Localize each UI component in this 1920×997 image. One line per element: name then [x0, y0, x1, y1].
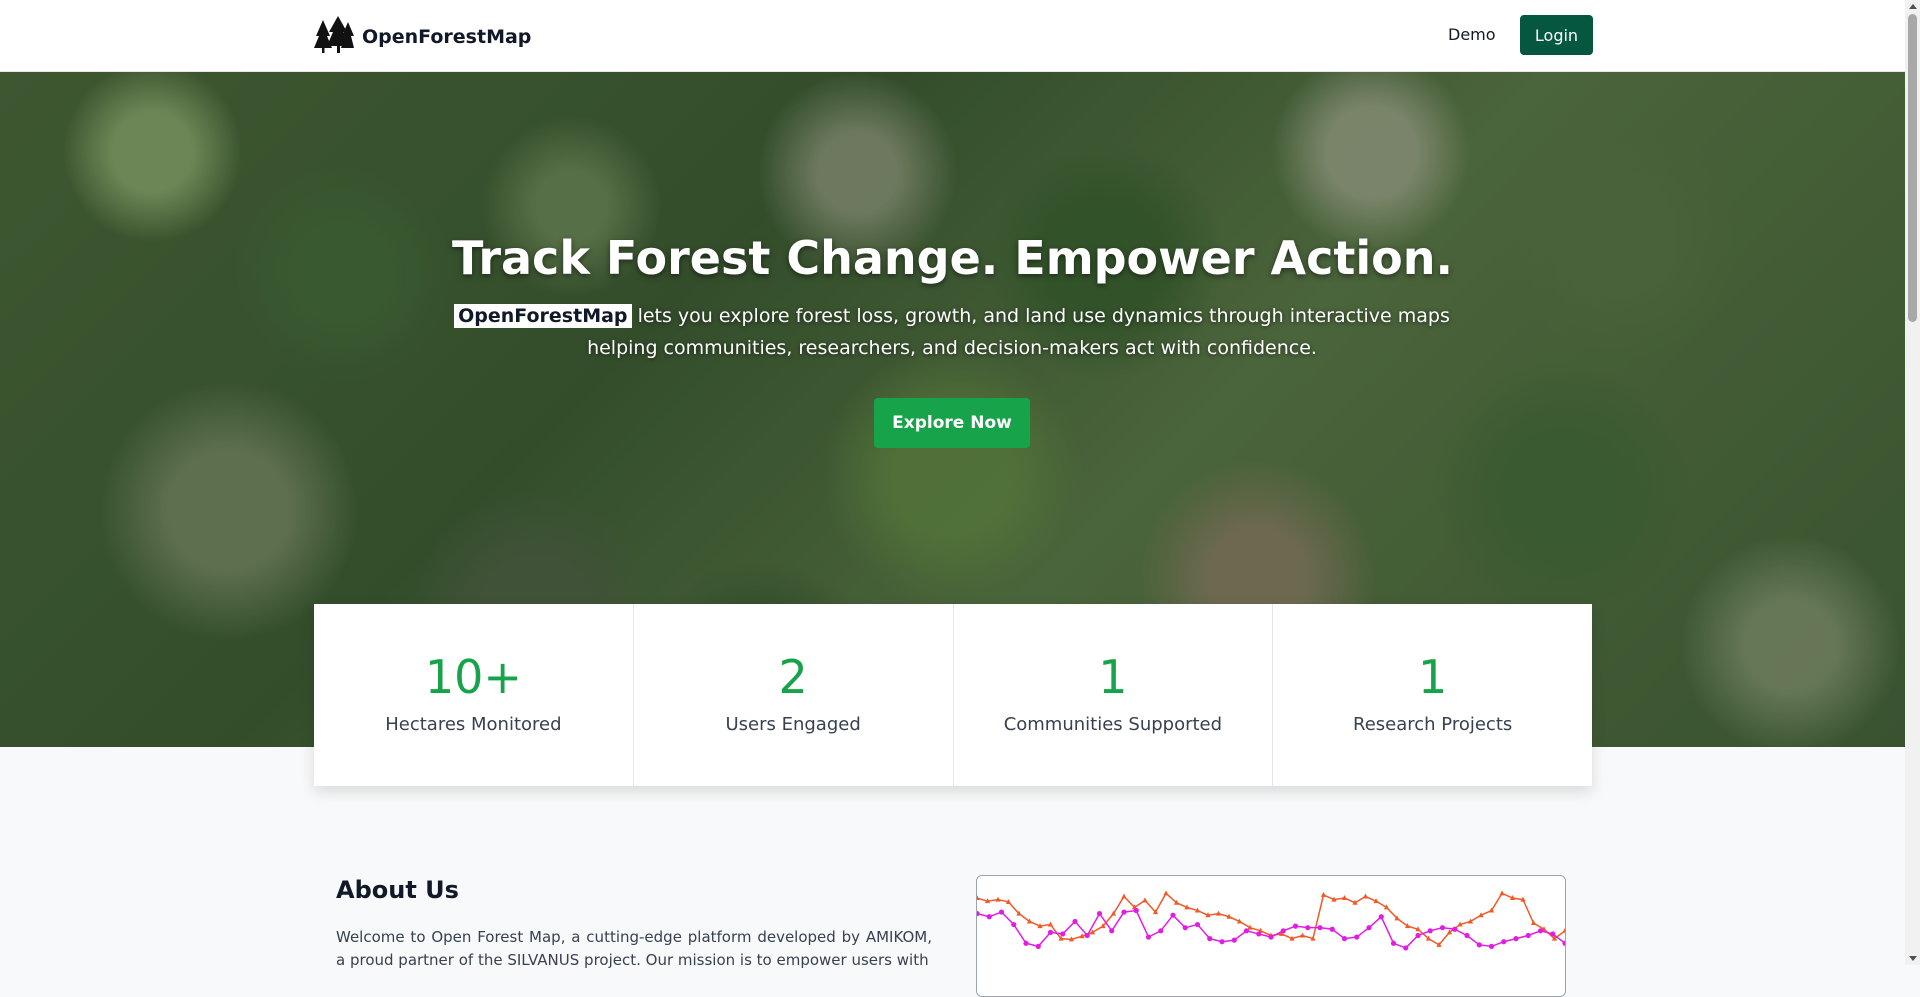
series-1-point	[1354, 934, 1360, 940]
brand-name: OpenForestMap	[362, 26, 532, 48]
series-1-point	[1329, 926, 1335, 932]
nav-demo-link[interactable]: Demo	[1448, 25, 1496, 44]
hero-subtitle-text: lets you explore forest loss, growth, an…	[587, 305, 1450, 359]
series-1-point	[986, 914, 992, 920]
hero-brand-highlight: OpenForestMap	[454, 304, 632, 328]
stat-value: 2	[778, 650, 808, 704]
series-1-point	[1072, 918, 1078, 925]
stat-users: 2 Users Engaged	[634, 604, 954, 786]
series-1-point	[1488, 943, 1495, 949]
series-1-point	[1452, 926, 1458, 932]
navbar: OpenForestMap Demo Login	[0, 0, 1905, 72]
series-1-point	[1317, 925, 1323, 931]
series-0-point	[995, 896, 1001, 902]
series-1-point	[1011, 921, 1017, 928]
series-1-point	[1305, 925, 1311, 931]
chart-svg	[977, 890, 1565, 951]
series-1-point	[1084, 932, 1090, 939]
series-1-point	[1023, 940, 1029, 946]
stats-panel: 10+ Hectares Monitored 2 Users Engaged 1…	[314, 604, 1592, 786]
series-1-point	[1121, 909, 1127, 915]
series-0-point	[1341, 895, 1348, 901]
series-1-point	[998, 909, 1005, 915]
series-1-point	[1378, 914, 1384, 920]
series-1-point	[1243, 928, 1250, 934]
explore-now-button[interactable]: Explore Now	[874, 398, 1030, 448]
series-1-point	[1403, 945, 1409, 951]
series-1-point	[977, 911, 980, 917]
series-1-point	[1207, 936, 1213, 942]
series-1-point	[1415, 932, 1421, 939]
series-1-point	[1231, 937, 1237, 943]
stat-label: Communities Supported	[1003, 714, 1223, 735]
about-title: About Us	[336, 876, 459, 904]
series-1-point	[1145, 934, 1152, 940]
brand-link[interactable]: OpenForestMap	[314, 16, 531, 58]
series-0-point	[1299, 932, 1306, 938]
series-1-point	[1060, 931, 1066, 937]
series-0-point	[977, 895, 980, 901]
series-0-point	[1362, 893, 1369, 899]
series-1-point	[1525, 932, 1531, 939]
series-1-point	[1194, 921, 1201, 928]
about-text: Welcome to Open Forest Map, a cutting-ed…	[336, 928, 932, 969]
trees-icon	[314, 16, 354, 58]
series-1-point	[1513, 936, 1519, 942]
stat-label: Research Projects	[1353, 714, 1513, 735]
series-1-point	[1292, 923, 1299, 929]
series-1-point	[1390, 940, 1397, 946]
series-0-point	[1562, 927, 1565, 933]
login-button[interactable]: Login	[1520, 15, 1593, 55]
series-0-point	[1121, 893, 1127, 899]
stat-value: 1	[1098, 650, 1128, 704]
series-0-point	[1163, 890, 1169, 896]
series-1-point	[1476, 942, 1482, 948]
stat-label: Users Engaged	[725, 714, 861, 735]
series-1-point	[1182, 925, 1188, 931]
series-1-point	[1109, 928, 1115, 934]
scroll-down-icon[interactable]	[1909, 956, 1917, 961]
series-1-point	[1366, 925, 1372, 931]
series-1-point	[1550, 931, 1556, 937]
series-0-point	[1215, 910, 1222, 916]
series-1-point	[1427, 928, 1433, 934]
series-0-point	[1499, 890, 1505, 896]
series-1-point	[1256, 931, 1262, 937]
series-1-point	[1219, 939, 1225, 945]
series-1-point	[1439, 925, 1446, 931]
series-0-point	[1320, 891, 1327, 897]
series-1-point	[1133, 907, 1139, 914]
stat-hectares: 10+ Hectares Monitored	[314, 604, 634, 786]
series-1-point	[1096, 911, 1103, 917]
stat-value: 1	[1417, 650, 1448, 704]
series-1-point	[1170, 912, 1176, 918]
page-scrollbar[interactable]	[1905, 0, 1920, 965]
scroll-up-icon[interactable]	[1909, 4, 1917, 9]
scrollbar-thumb[interactable]	[1908, 14, 1917, 322]
series-1-point	[1280, 928, 1286, 934]
series-1-point	[1047, 929, 1054, 935]
series-1-point	[1035, 943, 1041, 949]
stat-label: Hectares Monitored	[385, 714, 562, 735]
series-1-point	[1341, 936, 1348, 942]
series-1-point	[1464, 932, 1470, 939]
series-0-point	[1142, 897, 1148, 903]
hero-subtitle: OpenForestMap lets you explore forest lo…	[452, 300, 1452, 364]
hero-title: Track Forest Change. Empower Action.	[452, 231, 1453, 285]
series-1-point	[1537, 928, 1544, 934]
series-1-point	[1158, 928, 1164, 934]
series-1-point	[1268, 934, 1274, 940]
stat-communities: 1 Communities Supported	[954, 604, 1274, 786]
stat-research: 1 Research Projects	[1273, 604, 1592, 786]
about-chart	[976, 875, 1566, 997]
stat-value: 10+	[424, 650, 522, 704]
series-1-point	[1501, 939, 1507, 945]
series-line-1	[977, 909, 1565, 949]
series-0-point	[1047, 921, 1054, 927]
